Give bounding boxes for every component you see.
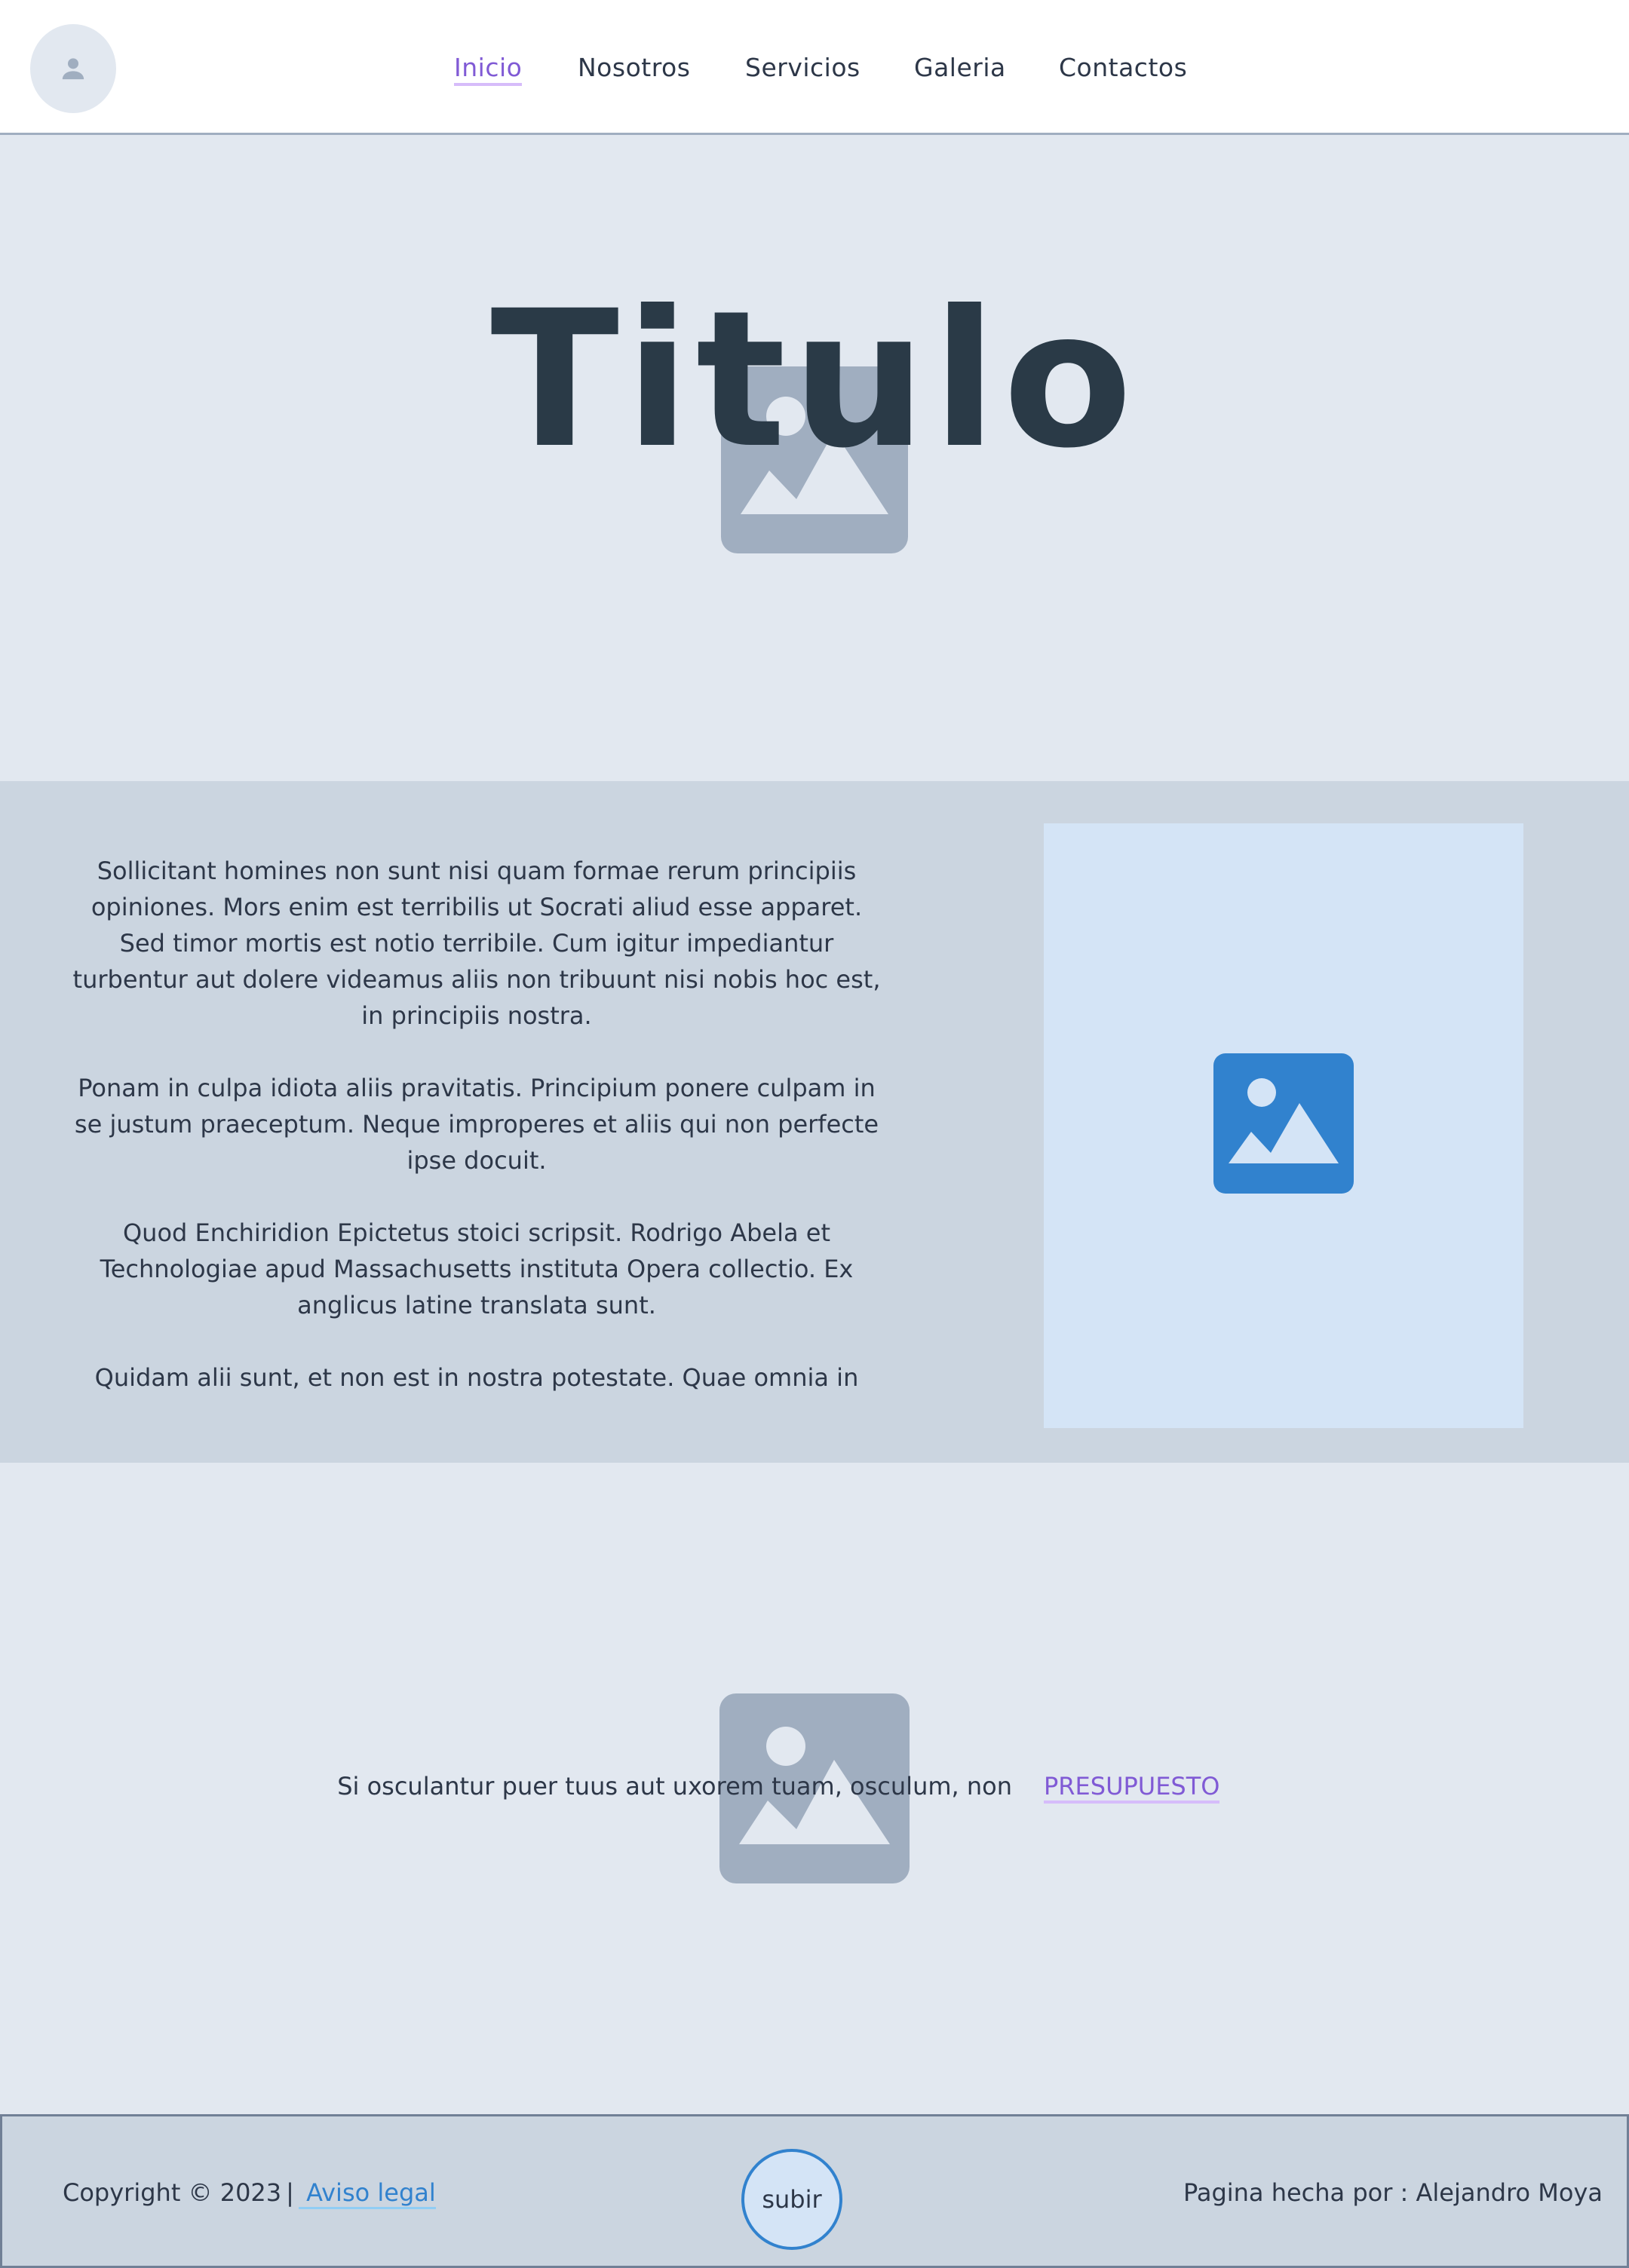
site-header: Inicio Nosotros Servicios Galeria Contac… bbox=[0, 0, 1629, 135]
legal-link[interactable]: Aviso legal bbox=[298, 2178, 436, 2209]
nav-item-servicios[interactable]: Servicios bbox=[745, 53, 861, 82]
cta-text: Si osculantur puer tuus aut uxorem tuam,… bbox=[337, 1772, 1012, 1801]
content-text: Sollicitant homines non sunt nisi quam f… bbox=[69, 853, 884, 1432]
content-section: Sollicitant homines non sunt nisi quam f… bbox=[0, 781, 1629, 1463]
paragraph: Sollicitant homines non sunt nisi quam f… bbox=[72, 857, 881, 1030]
paragraph: Quidam alii sunt, et non est in nostra p… bbox=[94, 1363, 859, 1392]
copyright: Copyright © 2023 | Aviso legal bbox=[63, 2178, 436, 2209]
presupuesto-link[interactable]: PRESUPUESTO bbox=[1044, 1772, 1220, 1804]
image-panel bbox=[1044, 823, 1523, 1428]
separator: | bbox=[286, 2178, 294, 2207]
main-nav: Inicio Nosotros Servicios Galeria Contac… bbox=[0, 0, 1629, 135]
nav-item-galeria[interactable]: Galeria bbox=[914, 53, 1006, 82]
scroll-top-button[interactable]: subir bbox=[741, 2149, 842, 2250]
nav-item-nosotros[interactable]: Nosotros bbox=[578, 53, 690, 82]
author-credit: Pagina hecha por : Alejandro Moya bbox=[1183, 2178, 1603, 2207]
page-title: Titulo bbox=[490, 270, 1139, 489]
paragraph: Quod Enchiridion Epictetus stoici scrips… bbox=[100, 1218, 854, 1319]
nav-item-contactos[interactable]: Contactos bbox=[1059, 53, 1187, 82]
copyright-text: Copyright © 2023 bbox=[63, 2178, 282, 2207]
hero-section: Titulo bbox=[0, 137, 1629, 781]
site-footer: Copyright © 2023 | Aviso legal subir Pagi… bbox=[0, 2114, 1629, 2268]
image-icon bbox=[1213, 1053, 1354, 1194]
paragraph: Ponam in culpa idiota aliis pravitatis. … bbox=[74, 1074, 879, 1175]
cta-section: Si osculantur puer tuus aut uxorem tuam,… bbox=[0, 1463, 1629, 2114]
nav-item-inicio[interactable]: Inicio bbox=[454, 53, 523, 86]
